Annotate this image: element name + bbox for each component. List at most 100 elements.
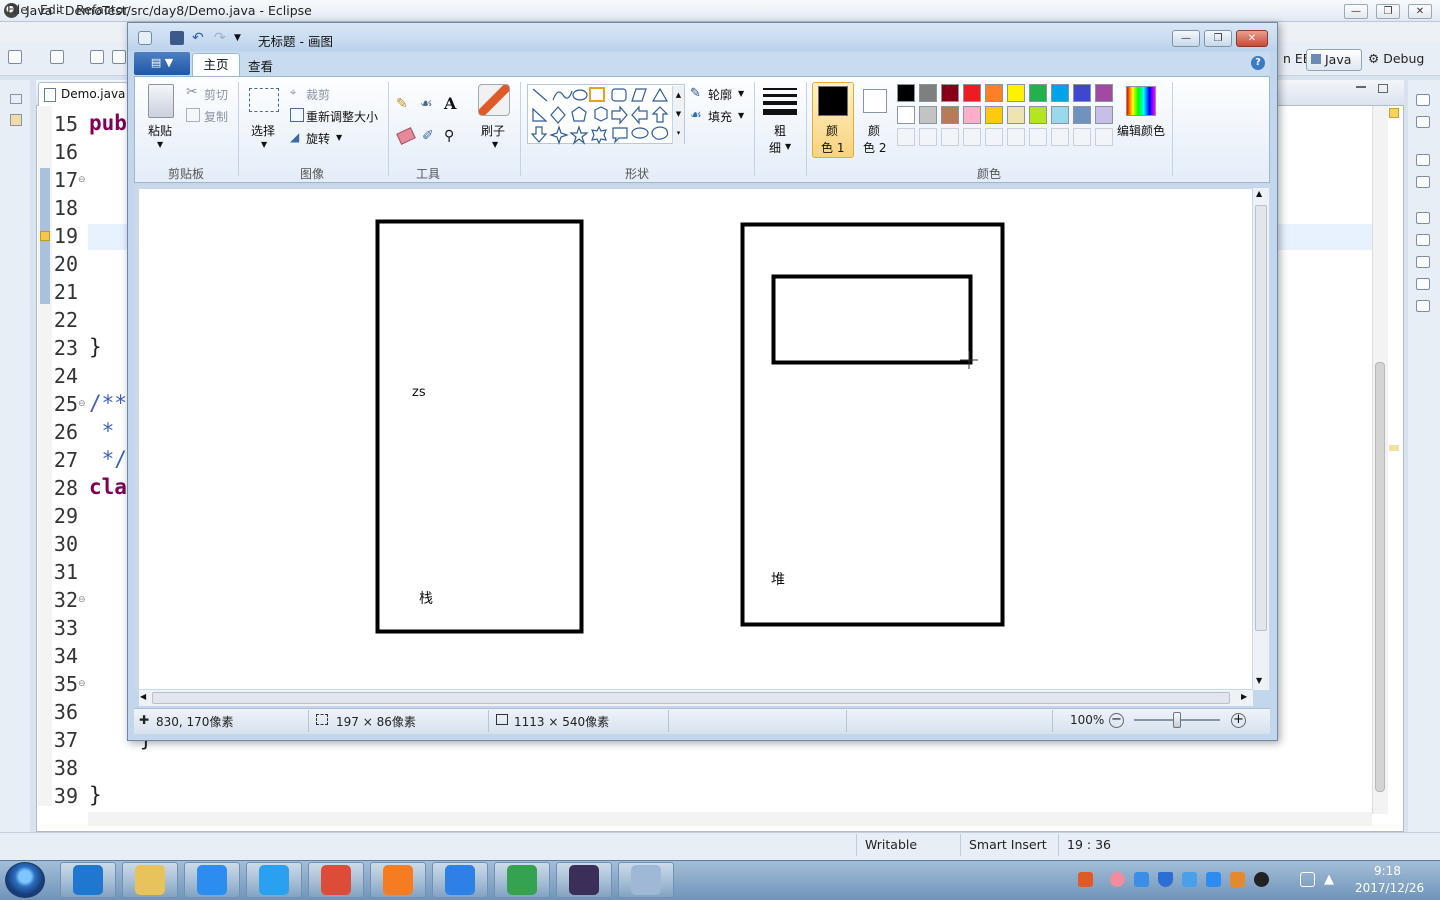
scroll-left-arrow-icon[interactable]: ◀ [140,692,146,701]
brushes-button[interactable]: 刷子 [481,122,505,139]
perspective-debug[interactable]: ⚙ Debug [1368,49,1424,71]
save-icon[interactable] [90,50,104,64]
fill-bucket-icon[interactable]: ☙ [420,96,440,114]
tab-home[interactable]: 主页 [192,53,240,77]
tab-view[interactable]: 查看 [248,56,273,75]
chevron-down-icon[interactable]: ▼ [492,140,498,149]
customize-quick-access-icon[interactable]: ▼ [234,31,248,45]
color-swatch[interactable] [985,106,1003,124]
edit-colors-button[interactable]: 编辑颜色 [1117,122,1165,139]
restore-icon[interactable] [1416,212,1430,224]
clipboard-icon[interactable] [148,84,174,118]
overview-marker[interactable] [1389,445,1399,451]
color-swatch[interactable] [1095,106,1113,124]
new-project-icon[interactable] [50,50,64,64]
fold-toggle-icon[interactable]: ⊖ [78,595,86,605]
color-swatch[interactable] [941,84,959,102]
rotate-button[interactable]: 旋转 [306,130,330,147]
chevron-down-icon[interactable]: ▼ [785,142,791,151]
line-size-icon[interactable] [763,86,797,116]
custom-color-slot[interactable] [1029,128,1047,146]
tray-box-icon[interactable] [1134,872,1149,887]
code-line[interactable]: * [89,419,115,443]
console-view-icon[interactable] [1416,300,1430,312]
edit-colors-icon[interactable] [1126,86,1156,116]
color-swatch[interactable] [897,84,915,102]
zoom-slider-thumb[interactable] [1173,712,1181,728]
drawing-canvas[interactable]: zs 栈 堆 [139,189,1252,689]
custom-color-slot[interactable] [985,128,1003,146]
clock-time[interactable]: 9:18 [1374,864,1401,878]
magnifier-icon[interactable]: ⚲ [444,128,462,146]
custom-color-slot[interactable] [941,128,959,146]
help-icon[interactable]: ? [1251,56,1265,70]
color-swatch[interactable] [1051,84,1069,102]
canvas-horizontal-thumb[interactable] [152,692,1230,704]
qq-icon[interactable] [1254,872,1269,887]
fold-toggle-icon[interactable]: ⊖ [78,175,86,185]
text-tool-icon[interactable]: A [444,94,462,113]
tray-app-icon[interactable] [1230,872,1245,887]
editor-scroll-thumb[interactable] [1375,362,1385,792]
undo-icon[interactable]: ↶ [192,31,206,45]
color-swatch[interactable] [919,106,937,124]
scroll-right-arrow-icon[interactable]: ▶ [1241,692,1247,701]
shapes-gallery[interactable] [527,84,685,145]
volume-icon[interactable]: ▲ [1324,872,1339,887]
javadoc-view-icon[interactable] [1416,256,1430,268]
paint-file-menu-button[interactable]: ▤ ▼ [134,52,190,75]
brush-icon[interactable] [478,84,510,116]
crop-button[interactable]: 裁剪 [306,86,330,103]
code-line[interactable]: pub [89,111,127,135]
select-icon[interactable] [249,88,279,112]
redo-icon[interactable]: ↷ [214,31,228,45]
color-swatch[interactable] [963,106,981,124]
new-icon[interactable] [8,50,22,64]
chevron-down-icon[interactable]: ▼ [336,133,342,142]
editor-tab-demo-java[interactable]: Demo.java [38,82,128,106]
package-explorer-icon[interactable] [10,114,22,126]
canvas-vertical-thumb[interactable] [1255,205,1267,631]
editor-maximize-icon[interactable] [1378,84,1388,93]
eclipse-minimize-button[interactable]: — [1344,4,1368,19]
restore-view-icon[interactable] [10,94,22,104]
eclipse-maximize-button[interactable]: ❐ [1376,4,1400,19]
code-line[interactable]: cla [89,475,127,499]
color-swatch[interactable] [1073,106,1091,124]
save-all-icon[interactable] [112,50,126,64]
size-label-line2[interactable]: 细 [769,139,781,156]
color-swatch[interactable] [1095,84,1113,102]
paint-maximize-button[interactable]: ❐ [1204,30,1232,47]
color-swatch[interactable] [1073,84,1091,102]
fold-toggle-icon[interactable]: ⊖ [78,399,86,409]
shapes-scroll-icon[interactable]: ▲ ▼ ▾ [672,86,684,144]
pencil-icon[interactable]: ✎ [396,96,416,114]
cut-button[interactable]: 剪切 [204,86,228,103]
paint-close-button[interactable]: ✕ [1236,30,1268,47]
perspective-java[interactable]: Java [1306,49,1362,71]
color-swatch[interactable] [941,106,959,124]
custom-color-slot[interactable] [1095,128,1113,146]
editor-minimize-icon[interactable] [1356,86,1366,88]
scroll-down-arrow-icon[interactable]: ▼ [1256,676,1262,685]
menu-edit[interactable]: Edit [40,2,64,17]
color-swatch[interactable] [1007,84,1025,102]
custom-color-slot[interactable] [1073,128,1091,146]
outline-button[interactable]: 轮廓 [708,86,732,103]
eclipse-close-button[interactable]: ✕ [1408,4,1432,19]
editor-horizontal-scrollbar[interactable] [88,812,1372,826]
zoom-in-icon[interactable]: + [1231,713,1246,728]
chevron-down-icon[interactable]: ▼ [738,111,744,120]
custom-color-slot[interactable] [1007,128,1025,146]
problems-view-icon[interactable] [1416,234,1430,246]
network-icon[interactable] [1300,872,1315,887]
custom-color-slot[interactable] [897,128,915,146]
paint-minimize-button[interactable]: — [1172,30,1200,47]
fill-button[interactable]: 填充 [708,108,732,125]
start-button[interactable] [5,862,45,898]
code-line[interactable]: */ [89,447,127,471]
color-swatch[interactable] [919,84,937,102]
declaration-view-icon[interactable] [1416,278,1430,290]
color2-label-line1[interactable]: 颜 [868,122,880,139]
paint-app-icon[interactable] [138,31,152,45]
